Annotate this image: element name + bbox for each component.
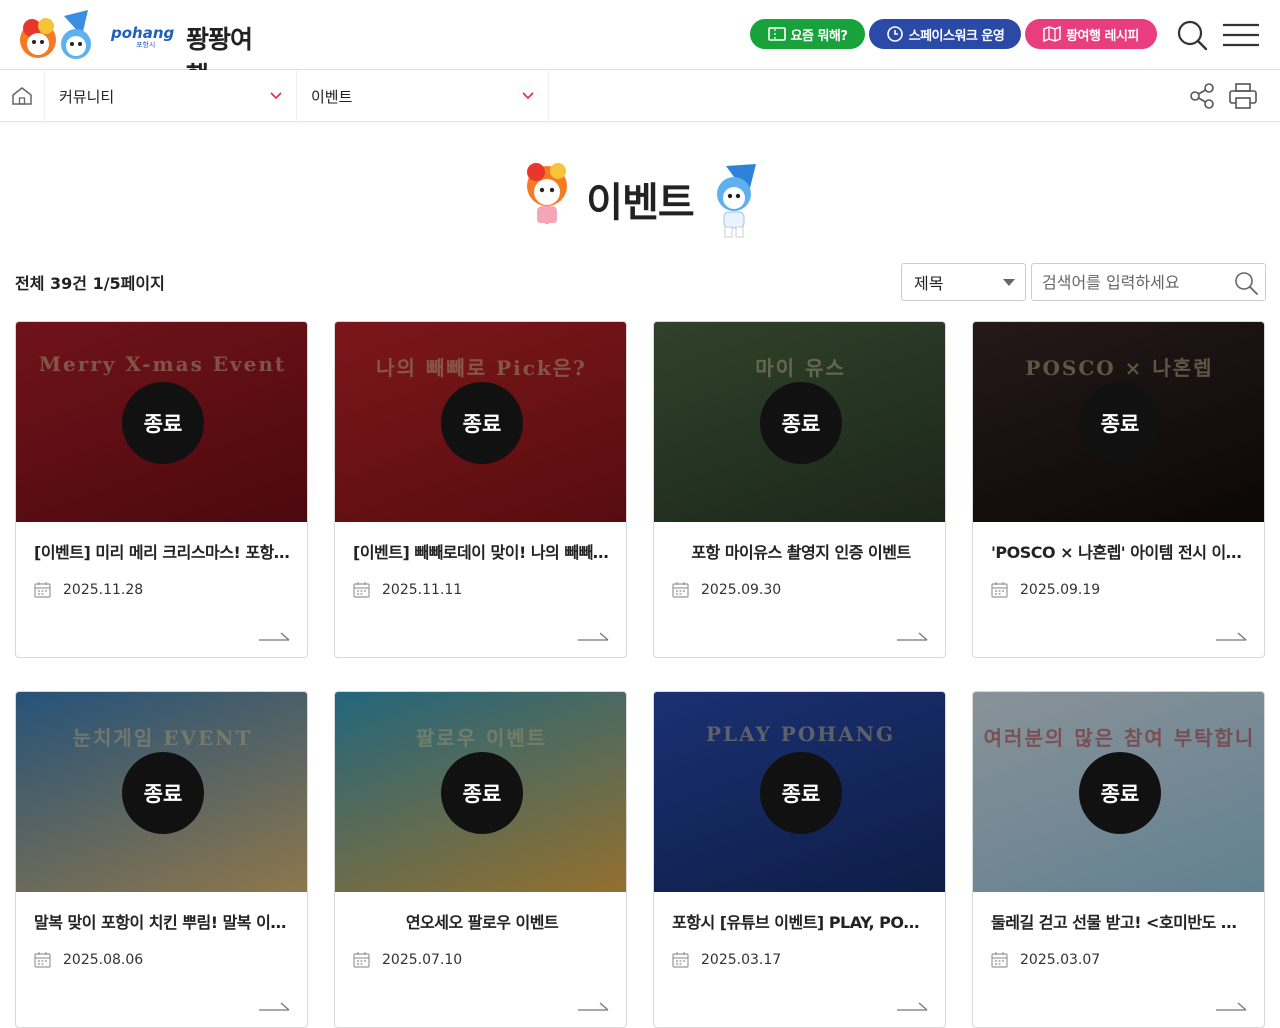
whats-up-label: 요즘 뭐해?: [790, 28, 848, 44]
travel-recipe-button[interactable]: 퐝여행 레시피: [1025, 19, 1157, 49]
event-title: 말복 맞이 포항이 치킨 뿌림! 말복 이벤트: [34, 913, 292, 932]
search-box: [1031, 263, 1266, 301]
event-card[interactable]: 눈치게임 EVENT 종료 말복 맞이 포항이 치킨 뿌림! 말복 이벤트 20…: [15, 691, 308, 1028]
arrow-right-icon[interactable]: [259, 1000, 291, 1012]
dropdown-arrow-icon: [1003, 279, 1015, 286]
event-date-row: 2025.11.28: [34, 581, 143, 598]
event-card[interactable]: 팔로우 이벤트 종료 연오세오 팔로우 이벤트 2025.07.10: [334, 691, 627, 1028]
event-date-row: 2025.09.30: [672, 581, 781, 598]
breadcrumb-community-dropdown[interactable]: 커뮤니티: [45, 70, 297, 122]
event-card[interactable]: POSCO × 나혼렙 종료 'POSCO × 나혼렙' 아이템 전시 이벤트 …: [972, 321, 1265, 658]
event-card[interactable]: 마이 유스 종료 포항 마이유스 촬영지 인증 이벤트 2025.09.30: [653, 321, 946, 658]
event-thumbnail: 여러분의 많은 참여 부탁합니다! 종료: [973, 692, 1264, 892]
breadcrumb: 커뮤니티 이벤트: [0, 70, 1280, 122]
print-icon[interactable]: [1228, 82, 1258, 110]
search-field-select[interactable]: 제목: [901, 263, 1026, 301]
ticket-icon: [767, 27, 786, 41]
calendar-icon: [34, 952, 51, 968]
ended-badge: 종료: [1079, 382, 1161, 464]
breadcrumb-level2-label: 이벤트: [311, 87, 353, 106]
mascot-seo-icon: [717, 164, 756, 238]
event-date: 2025.09.19: [1020, 581, 1101, 598]
event-date-row: 2025.09.19: [991, 581, 1100, 598]
ended-badge: 종료: [760, 752, 842, 834]
breadcrumb-event-dropdown[interactable]: 이벤트: [297, 70, 549, 122]
site-logo[interactable]: pohang 포항시 퐝퐝여행: [16, 6, 266, 90]
search-input[interactable]: [1032, 264, 1222, 300]
brand-sub: 포항시: [136, 41, 156, 49]
event-title: [이벤트] 빼빼로데이 맞이! 나의 빼빼로 Pick 이벤트: [353, 543, 611, 562]
ended-badge: 종료: [441, 382, 523, 464]
mascot-logo-icon: [20, 10, 91, 59]
clock-icon: [886, 26, 903, 42]
arrow-right-icon[interactable]: [1216, 1000, 1248, 1012]
share-icon[interactable]: [1188, 82, 1216, 110]
chevron-down-icon: [522, 92, 534, 100]
event-thumbnail: POSCO × 나혼렙 종료: [973, 322, 1264, 522]
event-title: [이벤트] 미리 메리 크리스마스! 포항 크리스마스 이벤트: [34, 543, 292, 562]
arrow-right-icon[interactable]: [897, 1000, 929, 1012]
event-thumbnail: 팔로우 이벤트 종료: [335, 692, 626, 892]
event-card[interactable]: 나의 빼빼로 Pick은? 종료 [이벤트] 빼빼로데이 맞이! 나의 빼빼로 …: [334, 321, 627, 658]
event-date-row: 2025.11.11: [353, 581, 462, 598]
home-icon: [12, 87, 32, 105]
event-date: 2025.11.11: [382, 581, 463, 598]
calendar-icon: [991, 952, 1008, 968]
arrow-right-icon[interactable]: [259, 630, 291, 642]
event-thumbnail: Merry X-mas Event 종료: [16, 322, 307, 522]
ended-badge: 종료: [1079, 752, 1161, 834]
event-thumbnail: PLAY POHANG 종료: [654, 692, 945, 892]
event-title: 연오세오 팔로우 이벤트: [405, 913, 559, 932]
home-button[interactable]: [0, 70, 45, 122]
event-card[interactable]: PLAY POHANG 종료 포항시 [유튜브 이벤트] PLAY, POHAN…: [653, 691, 946, 1028]
ended-badge: 종료: [122, 752, 204, 834]
spacewalk-button[interactable]: 스페이스워크 운영: [869, 19, 1021, 49]
event-date-row: 2025.07.10: [353, 951, 462, 968]
event-date: 2025.07.10: [382, 951, 463, 968]
search-icon[interactable]: [1175, 18, 1209, 52]
calendar-icon: [672, 952, 689, 968]
event-card[interactable]: Merry X-mas Event 종료 [이벤트] 미리 메리 크리스마스! …: [15, 321, 308, 658]
page-title: 이벤트: [586, 180, 694, 226]
event-date: 2025.03.07: [1020, 951, 1101, 968]
chevron-down-icon: [270, 92, 282, 100]
event-thumbnail: 나의 빼빼로 Pick은? 종료: [335, 322, 626, 522]
event-title: 'POSCO × 나혼렙' 아이템 전시 이벤트: [991, 543, 1249, 562]
event-date: 2025.03.17: [701, 951, 782, 968]
search-submit-icon[interactable]: [1233, 270, 1259, 296]
spacewalk-label: 스페이스워크 운영: [908, 28, 1005, 44]
arrow-right-icon[interactable]: [578, 1000, 610, 1012]
search-field-selected: 제목: [914, 274, 944, 293]
calendar-icon: [672, 582, 689, 598]
event-card[interactable]: 여러분의 많은 참여 부탁합니다! 종료 둘레길 걷고 선물 받고! <호미반도…: [972, 691, 1265, 1028]
hamburger-menu-icon[interactable]: [1222, 22, 1260, 48]
result-count: 전체 39건 1/5페이지: [15, 274, 165, 293]
calendar-icon: [353, 582, 370, 598]
event-date-row: 2025.03.07: [991, 951, 1100, 968]
event-date: 2025.11.28: [63, 581, 144, 598]
event-thumbnail: 마이 유스 종료: [654, 322, 945, 522]
event-title: 포항시 [유튜브 이벤트] PLAY, POHANG 이벤트: [672, 913, 930, 932]
event-date-row: 2025.08.06: [34, 951, 143, 968]
calendar-icon: [34, 582, 51, 598]
calendar-icon: [353, 952, 370, 968]
arrow-right-icon[interactable]: [897, 630, 929, 642]
whats-up-button[interactable]: 요즘 뭐해?: [750, 19, 865, 49]
arrow-right-icon[interactable]: [1216, 630, 1248, 642]
map-icon: [1043, 26, 1061, 42]
event-date-row: 2025.03.17: [672, 951, 781, 968]
event-thumbnail: 눈치게임 EVENT 종료: [16, 692, 307, 892]
site-header: pohang 포항시 퐝퐝여행 요즘 뭐해? 스페이스워크 운영 퐝여행 레시피: [0, 0, 1280, 90]
ended-badge: 종료: [760, 382, 842, 464]
calendar-icon: [991, 582, 1008, 598]
breadcrumb-level1-label: 커뮤니티: [59, 87, 115, 106]
event-title: 포항 마이유스 촬영지 인증 이벤트: [691, 543, 911, 562]
arrow-right-icon[interactable]: [578, 630, 610, 642]
ended-badge: 종료: [441, 752, 523, 834]
event-date: 2025.09.30: [701, 581, 782, 598]
event-title: 둘레길 걷고 선물 받고! <호미반도 해안둘레길> 이벤트: [991, 913, 1249, 932]
event-date: 2025.08.06: [63, 951, 144, 968]
ended-badge: 종료: [122, 382, 204, 464]
travel-recipe-label: 퐝여행 레시피: [1066, 28, 1139, 44]
